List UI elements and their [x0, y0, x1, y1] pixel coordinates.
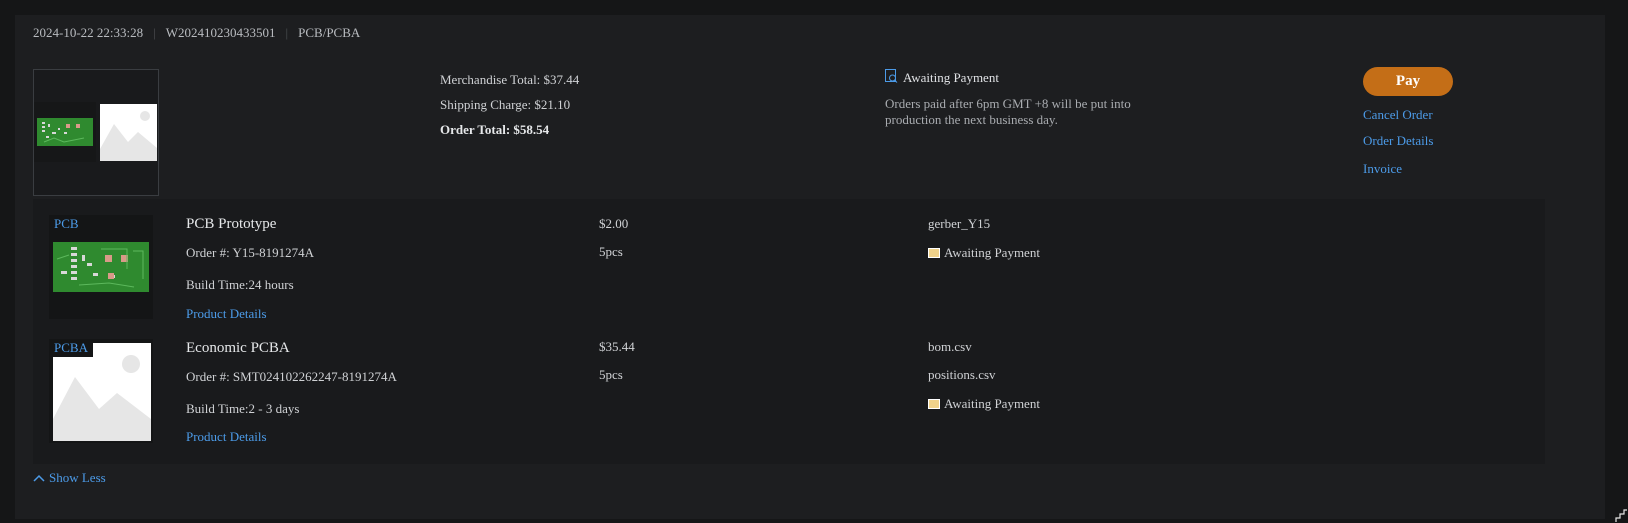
pcba-price: $35.44 — [599, 339, 635, 354]
show-less-label: Show Less — [49, 470, 106, 485]
invoice-link[interactable]: Invoice — [1363, 161, 1402, 177]
pcba-tag: PCBA — [49, 339, 93, 357]
pcba-status: Awaiting Payment — [928, 396, 1040, 412]
pcba-title: Economic PCBA — [186, 340, 290, 356]
pcb-quantity: 5pcs — [599, 244, 623, 259]
pcba-file-positions[interactable]: positions.csv — [928, 367, 996, 383]
merchandise-total: Merchandise Total: $37.44 — [440, 72, 580, 87]
pcb-product-image[interactable]: PCB — [49, 215, 153, 319]
pcb-title: PCB Prototype — [186, 216, 277, 232]
separator: | — [285, 25, 289, 40]
order-number: W202410230433501 — [165, 25, 276, 40]
folder-icon — [928, 399, 940, 409]
pcb-thumbnail — [34, 102, 96, 162]
folder-icon — [928, 248, 940, 258]
order-summary: Merchandise Total: $37.44 Shipping Charg… — [440, 67, 579, 142]
pcb-status: Awaiting Payment — [928, 245, 1040, 261]
pay-button[interactable]: Pay — [1363, 67, 1453, 96]
pcba-file-bom[interactable]: bom.csv — [928, 339, 972, 355]
order-details-link[interactable]: Order Details — [1363, 133, 1433, 149]
pcba-quantity: 5pcs — [599, 367, 623, 382]
order-status-label: Awaiting Payment — [903, 70, 999, 85]
order-status: Awaiting Payment — [885, 69, 999, 87]
pcb-file-gerber[interactable]: gerber_Y15 — [928, 216, 990, 232]
pcb-build-time: Build Time:24 hours — [186, 277, 294, 292]
cancel-order-link[interactable]: Cancel Order — [1363, 107, 1433, 123]
search-document-icon — [885, 69, 898, 87]
order-thumbnails[interactable] — [33, 69, 159, 196]
order-total: Order Total: $58.54 — [440, 122, 550, 137]
pcb-tag: PCB — [49, 215, 84, 233]
order-card: 2024-10-22 22:33:28 | W202410230433501 | PCB… — [15, 15, 1605, 519]
pcba-product-image[interactable]: PCBA — [49, 339, 153, 443]
order-items: PCB PCB Prototype Order #: Y15-8191274A … — [33, 199, 1545, 464]
pcba-build-time: Build Time:2 - 3 days — [186, 401, 300, 416]
pcba-status-label: Awaiting Payment — [944, 396, 1040, 411]
pcb-price: $2.00 — [599, 216, 629, 231]
show-less-toggle[interactable]: Show Less — [33, 470, 106, 486]
pcb-product-details-link[interactable]: Product Details — [186, 306, 267, 322]
order-meta: 2024-10-22 22:33:28 | W202410230433501 | PCB… — [33, 25, 360, 41]
pcb-status-label: Awaiting Payment — [944, 245, 1040, 260]
placeholder-image-icon — [100, 104, 157, 161]
order-datetime: 2024-10-22 22:33:28 — [33, 25, 144, 40]
pcba-product-details-link[interactable]: Product Details — [186, 429, 267, 445]
shipping-charge: Shipping Charge: $21.10 — [440, 97, 571, 112]
resize-handle-icon[interactable] — [1614, 509, 1628, 523]
order-category: PCB/PCBA — [298, 25, 361, 40]
production-note: Orders paid after 6pm GMT +8 will be put… — [885, 96, 1131, 127]
pcb-order-number: Order #: Y15-8191274A — [186, 245, 315, 260]
chevron-up-icon — [33, 470, 45, 486]
separator: | — [153, 25, 156, 40]
pcba-order-number: Order #: SMT024102262247-8191274A — [186, 369, 397, 384]
